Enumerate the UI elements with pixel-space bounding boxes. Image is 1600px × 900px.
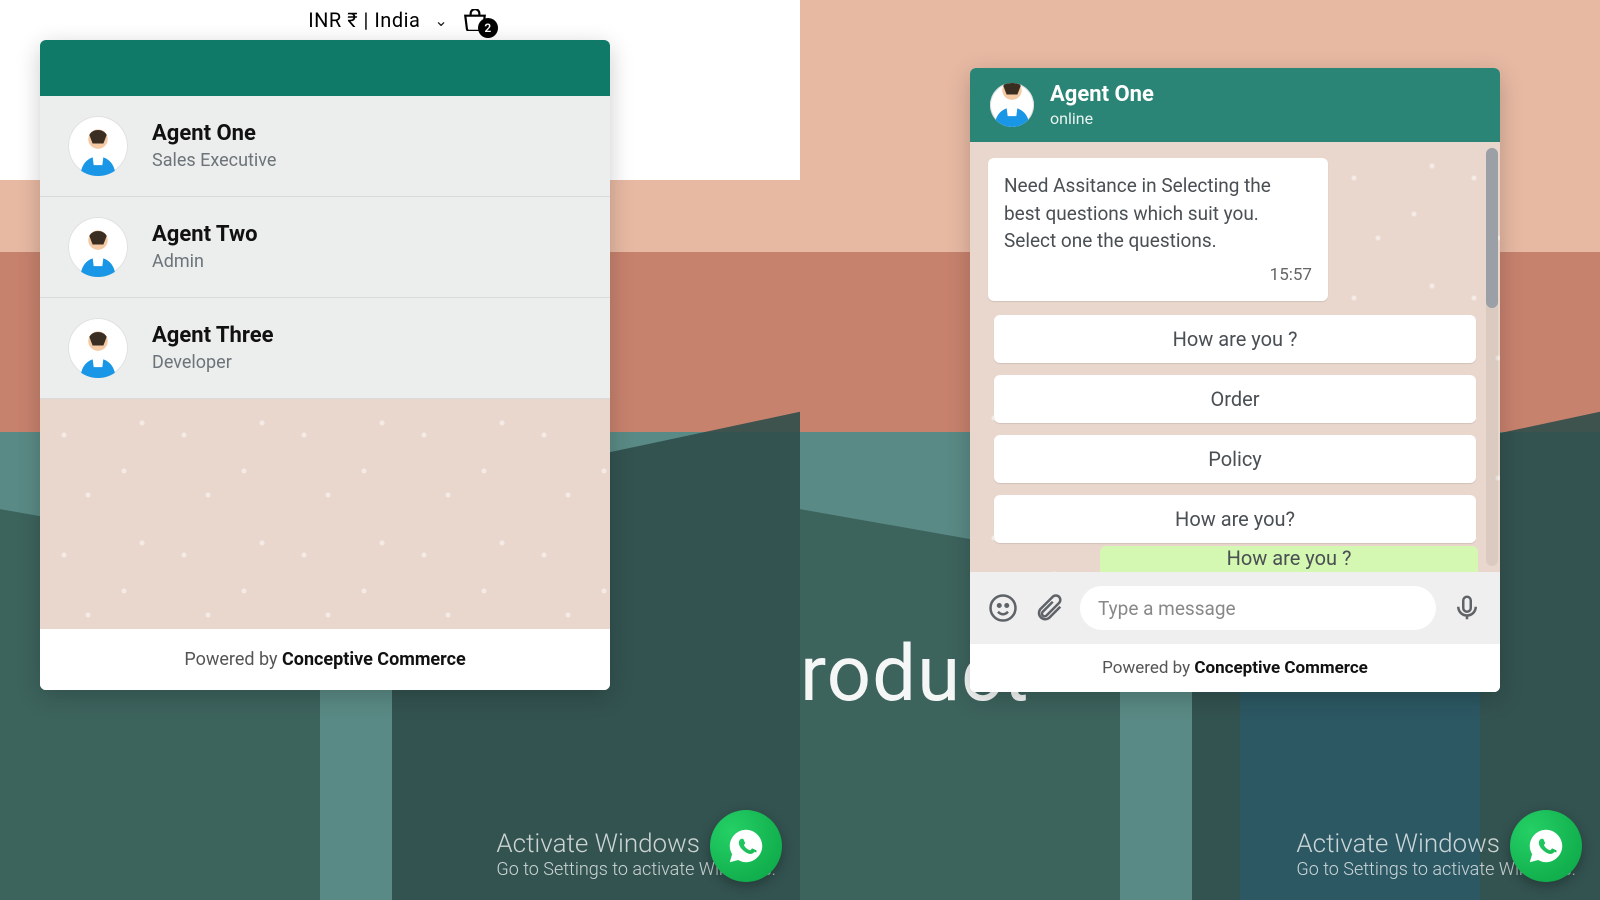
quick-question[interactable]: Policy	[994, 435, 1476, 483]
agent-name: Agent Three	[152, 323, 273, 348]
agent-name: Agent Two	[152, 222, 258, 247]
pattern-area	[40, 399, 610, 629]
quick-question[interactable]: Order	[994, 375, 1476, 423]
avatar	[990, 83, 1034, 127]
incoming-message: Need Assitance in Selecting the best que…	[988, 158, 1328, 301]
avatar	[68, 318, 128, 378]
message-timestamp: 15:57	[1004, 263, 1312, 288]
quick-question[interactable]: How are you ?	[994, 315, 1476, 363]
scrollbar-thumb[interactable]	[1486, 148, 1498, 308]
message-input[interactable]: Type a message	[1080, 586, 1436, 630]
composer: Type a message	[970, 572, 1500, 644]
widget-header	[40, 40, 610, 96]
store-topbar: INR ₹ | India ⌄ 2	[0, 0, 800, 40]
agent-name: Agent One	[152, 121, 276, 146]
message-placeholder: Type a message	[1098, 597, 1236, 620]
chat-body: Need Assitance in Selecting the best que…	[970, 142, 1500, 572]
chat-header: Agent One online	[970, 68, 1500, 142]
chevron-down-icon[interactable]: ⌄	[434, 11, 447, 30]
chat-agent-status: online	[1050, 109, 1154, 128]
agent-row[interactable]: Agent One Sales Executive	[40, 96, 610, 197]
agent-role: Developer	[152, 352, 273, 373]
whatsapp-fab[interactable]	[710, 810, 782, 882]
agent-role: Admin	[152, 251, 258, 272]
agent-row[interactable]: Agent Three Developer	[40, 298, 610, 399]
powered-by: Powered by Conceptive Commerce	[970, 644, 1500, 692]
mic-icon[interactable]	[1452, 593, 1482, 623]
currency-selector[interactable]: INR ₹ | India	[308, 8, 420, 32]
screenshot-left: INR ₹ | India ⌄ 2 Agent One Sales Execut…	[0, 0, 800, 900]
agent-row[interactable]: Agent Two Admin	[40, 197, 610, 298]
outgoing-message-partial: How are you ?	[1100, 546, 1478, 572]
whatsapp-icon	[1526, 826, 1566, 866]
whatsapp-fab[interactable]	[1510, 810, 1582, 882]
attachment-icon[interactable]	[1034, 593, 1064, 623]
powered-by: Powered by Conceptive Commerce	[40, 629, 610, 690]
cart-button[interactable]: 2	[462, 8, 492, 32]
quick-question[interactable]: How are you?	[994, 495, 1476, 543]
screenshot-right: roduct Agent One online Need Assitance i…	[800, 0, 1600, 900]
agent-role: Sales Executive	[152, 150, 276, 171]
cart-badge: 2	[478, 18, 498, 38]
agent-list-widget: Agent One Sales Executive Agent Two Admi…	[40, 40, 610, 690]
avatar	[68, 116, 128, 176]
emoji-icon[interactable]	[988, 593, 1018, 623]
chat-widget: Agent One online Need Assitance in Selec…	[970, 68, 1500, 692]
avatar	[68, 217, 128, 277]
whatsapp-icon	[726, 826, 766, 866]
chat-agent-name: Agent One	[1050, 82, 1154, 107]
